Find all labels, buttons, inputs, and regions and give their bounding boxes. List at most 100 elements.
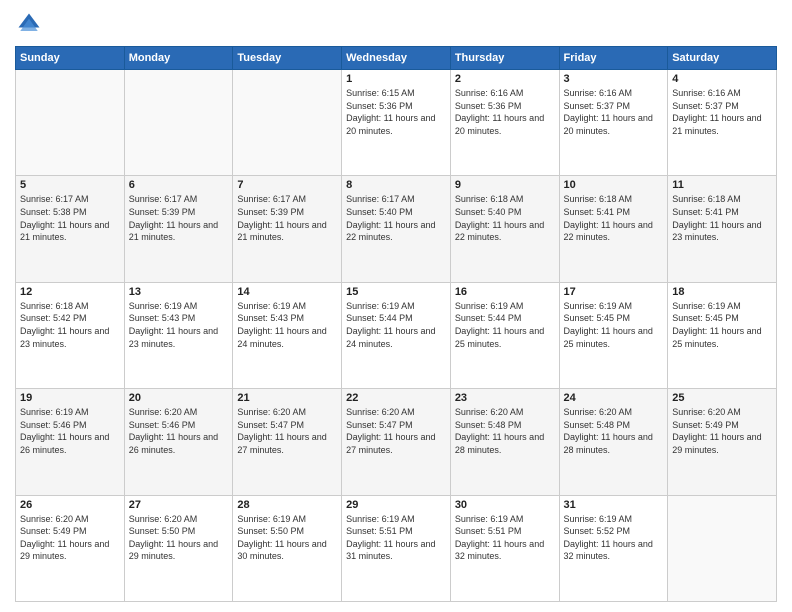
calendar-cell: 25 Sunrise: 6:20 AMSunset: 5:49 PMDayligh…	[668, 389, 777, 495]
day-info: Sunrise: 6:17 AMSunset: 5:38 PMDaylight:…	[20, 193, 120, 243]
day-info: Sunrise: 6:19 AMSunset: 5:43 PMDaylight:…	[237, 300, 337, 350]
day-info: Sunrise: 6:16 AMSunset: 5:36 PMDaylight:…	[455, 87, 555, 137]
day-info: Sunrise: 6:19 AMSunset: 5:51 PMDaylight:…	[346, 513, 446, 563]
day-info: Sunrise: 6:20 AMSunset: 5:47 PMDaylight:…	[346, 406, 446, 456]
page: SundayMondayTuesdayWednesdayThursdayFrid…	[0, 0, 792, 612]
day-number: 13	[129, 286, 229, 298]
calendar-cell: 9 Sunrise: 6:18 AMSunset: 5:40 PMDaylight…	[450, 176, 559, 282]
day-header-monday: Monday	[124, 47, 233, 70]
calendar-cell: 15Sunrise: 6:19 AMSunset: 5:44 PMDayligh…	[342, 282, 451, 388]
calendar-cell: 16 Sunrise: 6:19 AMSunset: 5:44 PMDayligh…	[450, 282, 559, 388]
day-number: 25	[672, 392, 772, 404]
day-info: Sunrise: 6:18 AMSunset: 5:41 PMDaylight:…	[564, 193, 664, 243]
day-info: Sunrise: 6:19 AMSunset: 5:45 PMDaylight:…	[564, 300, 664, 350]
day-info: Sunrise: 6:18 AMSunset: 5:41 PMDaylight:…	[672, 193, 772, 243]
day-number: 24	[564, 392, 664, 404]
calendar-cell: 20 Sunrise: 6:20 AMSunset: 5:46 PMDayligh…	[124, 389, 233, 495]
calendar-cell: 27 Sunrise: 6:20 AMSunset: 5:50 PMDayligh…	[124, 495, 233, 601]
day-header-wednesday: Wednesday	[342, 47, 451, 70]
day-number: 27	[129, 499, 229, 511]
calendar-cell	[668, 495, 777, 601]
day-info: Sunrise: 6:20 AMSunset: 5:48 PMDaylight:…	[564, 406, 664, 456]
day-header-thursday: Thursday	[450, 47, 559, 70]
calendar-cell: 12 Sunrise: 6:18 AMSunset: 5:42 PMDayligh…	[16, 282, 125, 388]
day-number: 5	[20, 179, 120, 191]
day-number: 31	[564, 499, 664, 511]
day-info: Sunrise: 6:20 AMSunset: 5:50 PMDaylight:…	[129, 513, 229, 563]
calendar: SundayMondayTuesdayWednesdayThursdayFrid…	[15, 46, 777, 602]
day-number: 4	[672, 73, 772, 85]
day-info: Sunrise: 6:15 AMSunset: 5:36 PMDaylight:…	[346, 87, 446, 137]
day-number: 2	[455, 73, 555, 85]
day-info: Sunrise: 6:20 AMSunset: 5:49 PMDaylight:…	[20, 513, 120, 563]
week-row-5: 26 Sunrise: 6:20 AMSunset: 5:49 PMDayligh…	[16, 495, 777, 601]
day-info: Sunrise: 6:18 AMSunset: 5:42 PMDaylight:…	[20, 300, 120, 350]
calendar-cell: 7 Sunrise: 6:17 AMSunset: 5:39 PMDaylight…	[233, 176, 342, 282]
day-header-friday: Friday	[559, 47, 668, 70]
logo-icon	[15, 10, 43, 38]
day-info: Sunrise: 6:17 AMSunset: 5:39 PMDaylight:…	[129, 193, 229, 243]
calendar-cell: 23 Sunrise: 6:20 AMSunset: 5:48 PMDayligh…	[450, 389, 559, 495]
calendar-cell: 26 Sunrise: 6:20 AMSunset: 5:49 PMDayligh…	[16, 495, 125, 601]
calendar-cell	[124, 70, 233, 176]
day-info: Sunrise: 6:20 AMSunset: 5:46 PMDaylight:…	[129, 406, 229, 456]
day-number: 18	[672, 286, 772, 298]
day-number: 11	[672, 179, 772, 191]
day-number: 21	[237, 392, 337, 404]
day-number: 23	[455, 392, 555, 404]
week-row-3: 12 Sunrise: 6:18 AMSunset: 5:42 PMDayligh…	[16, 282, 777, 388]
day-info: Sunrise: 6:19 AMSunset: 5:43 PMDaylight:…	[129, 300, 229, 350]
calendar-cell: 8Sunrise: 6:17 AMSunset: 5:40 PMDaylight…	[342, 176, 451, 282]
day-number: 7	[237, 179, 337, 191]
day-info: Sunrise: 6:17 AMSunset: 5:40 PMDaylight:…	[346, 193, 446, 243]
day-number: 16	[455, 286, 555, 298]
day-number: 14	[237, 286, 337, 298]
calendar-cell: 10Sunrise: 6:18 AMSunset: 5:41 PMDayligh…	[559, 176, 668, 282]
day-header-sunday: Sunday	[16, 47, 125, 70]
day-info: Sunrise: 6:18 AMSunset: 5:40 PMDaylight:…	[455, 193, 555, 243]
day-info: Sunrise: 6:20 AMSunset: 5:48 PMDaylight:…	[455, 406, 555, 456]
day-number: 9	[455, 179, 555, 191]
calendar-cell: 17 Sunrise: 6:19 AMSunset: 5:45 PMDayligh…	[559, 282, 668, 388]
day-number: 6	[129, 179, 229, 191]
header	[15, 10, 777, 38]
week-row-2: 5 Sunrise: 6:17 AMSunset: 5:38 PMDaylight…	[16, 176, 777, 282]
calendar-cell: 28 Sunrise: 6:19 AMSunset: 5:50 PMDayligh…	[233, 495, 342, 601]
calendar-cell: 21 Sunrise: 6:20 AMSunset: 5:47 PMDayligh…	[233, 389, 342, 495]
day-number: 26	[20, 499, 120, 511]
day-info: Sunrise: 6:19 AMSunset: 5:52 PMDaylight:…	[564, 513, 664, 563]
calendar-cell: 24 Sunrise: 6:20 AMSunset: 5:48 PMDayligh…	[559, 389, 668, 495]
day-info: Sunrise: 6:19 AMSunset: 5:50 PMDaylight:…	[237, 513, 337, 563]
day-info: Sunrise: 6:19 AMSunset: 5:51 PMDaylight:…	[455, 513, 555, 563]
calendar-cell: 14 Sunrise: 6:19 AMSunset: 5:43 PMDayligh…	[233, 282, 342, 388]
calendar-cell	[16, 70, 125, 176]
day-number: 20	[129, 392, 229, 404]
day-header-saturday: Saturday	[668, 47, 777, 70]
calendar-cell: 19Sunrise: 6:19 AMSunset: 5:46 PMDayligh…	[16, 389, 125, 495]
day-number: 22	[346, 392, 446, 404]
calendar-cell: 1 Sunrise: 6:15 AMSunset: 5:36 PMDaylight…	[342, 70, 451, 176]
day-number: 28	[237, 499, 337, 511]
calendar-cell: 31 Sunrise: 6:19 AMSunset: 5:52 PMDayligh…	[559, 495, 668, 601]
week-row-1: 1 Sunrise: 6:15 AMSunset: 5:36 PMDaylight…	[16, 70, 777, 176]
day-number: 17	[564, 286, 664, 298]
day-info: Sunrise: 6:20 AMSunset: 5:49 PMDaylight:…	[672, 406, 772, 456]
day-info: Sunrise: 6:20 AMSunset: 5:47 PMDaylight:…	[237, 406, 337, 456]
day-info: Sunrise: 6:16 AMSunset: 5:37 PMDaylight:…	[564, 87, 664, 137]
calendar-cell: 13 Sunrise: 6:19 AMSunset: 5:43 PMDayligh…	[124, 282, 233, 388]
calendar-cell: 4 Sunrise: 6:16 AMSunset: 5:37 PMDaylight…	[668, 70, 777, 176]
day-number: 30	[455, 499, 555, 511]
day-header-tuesday: Tuesday	[233, 47, 342, 70]
day-number: 12	[20, 286, 120, 298]
day-info: Sunrise: 6:16 AMSunset: 5:37 PMDaylight:…	[672, 87, 772, 137]
day-info: Sunrise: 6:19 AMSunset: 5:44 PMDaylight:…	[346, 300, 446, 350]
day-info: Sunrise: 6:17 AMSunset: 5:39 PMDaylight:…	[237, 193, 337, 243]
day-info: Sunrise: 6:19 AMSunset: 5:44 PMDaylight:…	[455, 300, 555, 350]
calendar-cell: 3 Sunrise: 6:16 AMSunset: 5:37 PMDaylight…	[559, 70, 668, 176]
calendar-cell: 11 Sunrise: 6:18 AMSunset: 5:41 PMDayligh…	[668, 176, 777, 282]
day-number: 1	[346, 73, 446, 85]
week-row-4: 19Sunrise: 6:19 AMSunset: 5:46 PMDayligh…	[16, 389, 777, 495]
day-info: Sunrise: 6:19 AMSunset: 5:45 PMDaylight:…	[672, 300, 772, 350]
day-number: 3	[564, 73, 664, 85]
calendar-cell: 6 Sunrise: 6:17 AMSunset: 5:39 PMDaylight…	[124, 176, 233, 282]
